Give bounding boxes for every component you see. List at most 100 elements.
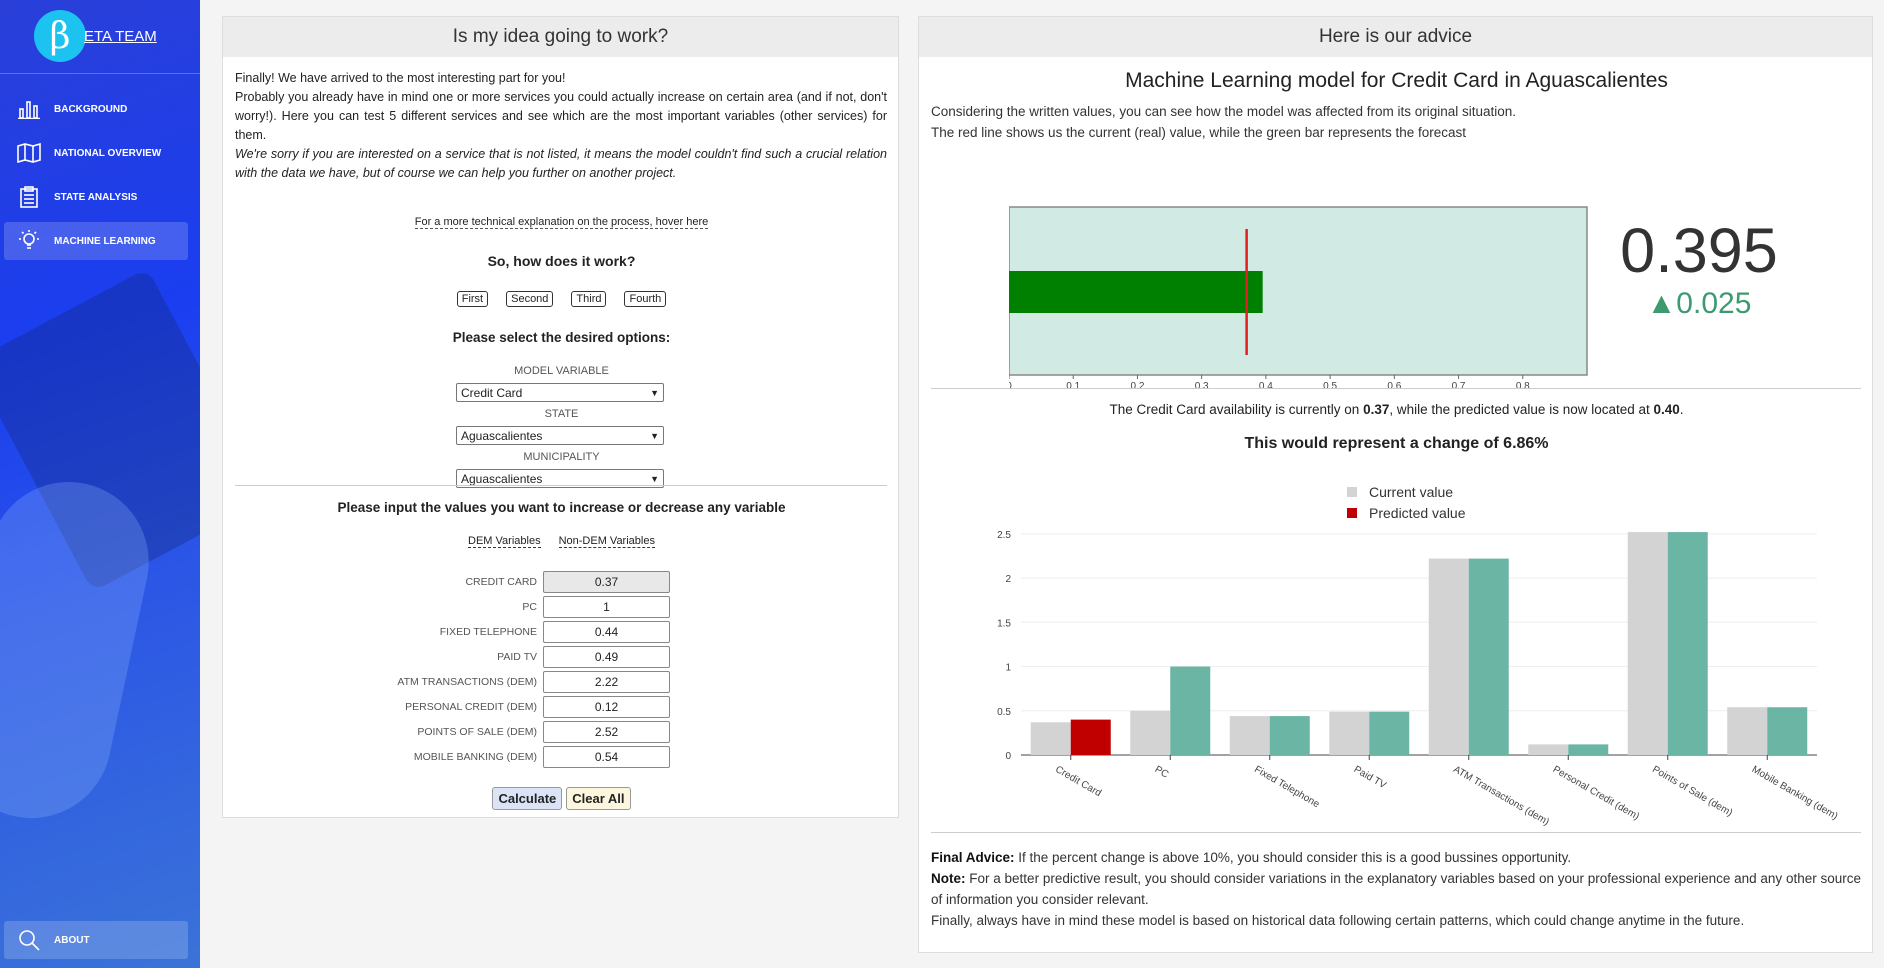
advice-text: Final Advice: If the percent change is a… bbox=[931, 847, 1861, 931]
bar-predicted bbox=[1568, 744, 1609, 755]
lightbulb-icon bbox=[16, 229, 42, 253]
select-title: Please select the desired options: bbox=[452, 330, 671, 345]
action-buttons: Calculate Clear All bbox=[223, 787, 900, 810]
x-tick-label: Fixed Telephone bbox=[1252, 764, 1321, 810]
x-tick-label: ATM Transactions (dem) bbox=[1451, 764, 1551, 828]
y-tick-label: 2 bbox=[1005, 574, 1011, 585]
sidebar-item-label: NATIONAL OVERVIEW bbox=[54, 147, 162, 159]
y-tick-label: 0 bbox=[1005, 751, 1011, 762]
variable-row-atm-transactions: ATM TRANSACTIONS (DEM) 2.22 bbox=[323, 670, 823, 694]
brand[interactable]: β ETA TEAM bbox=[34, 10, 157, 62]
sidebar-item-background[interactable]: BACKGROUND bbox=[4, 90, 188, 128]
sidebar-item-label: BACKGROUND bbox=[54, 103, 128, 115]
hover-link-text[interactable]: For a more technical explanation on the … bbox=[414, 216, 709, 229]
calculate-button[interactable]: Calculate bbox=[492, 787, 563, 810]
intro-line: Probably you already have in mind one or… bbox=[235, 90, 887, 142]
mobile-banking-field[interactable]: 0.54 bbox=[543, 746, 670, 768]
note: Note: For a better predictive result, yo… bbox=[931, 868, 1861, 910]
predicted-value: 0.40 bbox=[1653, 402, 1680, 417]
sidebar-item-about[interactable]: ABOUT bbox=[4, 921, 188, 959]
sidebar-item-national-overview[interactable]: NATIONAL OVERVIEW bbox=[4, 134, 188, 172]
bar-predicted bbox=[1269, 716, 1310, 755]
tab-dem-variables[interactable]: DEM Variables bbox=[468, 535, 541, 548]
sidebar-item-label: STATE ANALYSIS bbox=[54, 191, 138, 203]
predicted-value-number: 0.395 bbox=[1620, 216, 1778, 286]
how-title: So, how does it work? bbox=[487, 253, 636, 269]
bullet-chart: 00.10.20.30.40.50.60.70.8 bbox=[1006, 189, 1589, 392]
step-third-button[interactable]: Third bbox=[571, 291, 607, 307]
final-line: Finally, always have in mind these model… bbox=[931, 913, 1745, 928]
final-advice-label: Final Advice: bbox=[931, 850, 1015, 865]
intro-text: Finally! We have arrived to the most int… bbox=[235, 69, 887, 183]
bar-predicted bbox=[1767, 707, 1808, 755]
comparison-chart-svg: 0 0.5 1 1.5 2 2.5 Credit Card PC Fixed Telephone… bbox=[997, 484, 1839, 828]
divider bbox=[931, 388, 1861, 389]
step-second-button[interactable]: Second bbox=[506, 291, 554, 307]
state-select[interactable]: Aguascalientes ▼ bbox=[456, 426, 664, 445]
sidebar-item-label: MACHINE LEARNING bbox=[54, 235, 156, 247]
step-fourth-button[interactable]: Fourth bbox=[624, 291, 667, 307]
description-line: The red line shows us the current (real)… bbox=[931, 125, 1467, 140]
pc-field[interactable]: 1 bbox=[543, 596, 670, 618]
brand-logo: β bbox=[34, 10, 86, 62]
change-text: This would represent a change of 6.86% bbox=[1244, 435, 1549, 452]
bullet-chart-svg: 00.10.20.30.40.50.60.70.8 bbox=[1006, 206, 1588, 392]
personal-credit-field[interactable]: 0.12 bbox=[543, 696, 670, 718]
comparison-bar-chart: 0 0.5 1 1.5 2 2.5 Credit Card PC Fixed Telephone… bbox=[959, 469, 1839, 839]
chevron-down-icon: ▼ bbox=[650, 387, 659, 398]
bar-chart-icon bbox=[16, 97, 42, 121]
x-tick-label: PC bbox=[1153, 764, 1171, 780]
atm-transactions-field[interactable]: 2.22 bbox=[543, 671, 670, 693]
bar-current bbox=[1329, 711, 1370, 755]
bar-current bbox=[1030, 722, 1071, 755]
municipality-label: MUNICIPALITY bbox=[523, 451, 600, 463]
variable-tabs: DEM Variables Non-DEM Variables bbox=[223, 535, 900, 548]
availability-post: . bbox=[1679, 402, 1684, 417]
intro-line: Finally! We have arrived to the most int… bbox=[235, 71, 566, 85]
y-tick-label: 0.5 bbox=[997, 707, 1011, 718]
paid-tv-field[interactable]: 0.49 bbox=[543, 646, 670, 668]
advice-panel: Here is our advice Machine Learning mode… bbox=[918, 16, 1873, 953]
variable-label: ATM TRANSACTIONS (DEM) bbox=[397, 676, 537, 688]
panel-title: Is my idea going to work? bbox=[223, 17, 898, 57]
final-advice: Final Advice: If the percent change is a… bbox=[931, 847, 1861, 868]
delta-value: ▲0.025 bbox=[1646, 287, 1752, 320]
tab-non-dem-variables[interactable]: Non-DEM Variables bbox=[558, 535, 655, 548]
fixed-telephone-field[interactable]: 0.44 bbox=[543, 621, 670, 643]
variable-label: PC bbox=[522, 601, 537, 613]
search-icon bbox=[16, 928, 42, 952]
x-tick-label: Mobile Banking (dem) bbox=[1750, 764, 1839, 822]
map-icon bbox=[16, 141, 42, 165]
bar-current bbox=[1130, 710, 1171, 755]
variable-row-personal-credit: PERSONAL CREDIT (DEM) 0.12 bbox=[323, 695, 823, 719]
bar-current bbox=[1727, 707, 1768, 755]
sidebar-item-machine-learning[interactable]: MACHINE LEARNING bbox=[4, 222, 188, 260]
bar-current bbox=[1428, 558, 1469, 755]
variable-row-fixed-telephone: FIXED TELEPHONE 0.44 bbox=[323, 620, 823, 644]
y-tick-label: 1.5 bbox=[997, 618, 1011, 629]
legend-swatch-predicted bbox=[1347, 508, 1357, 518]
variable-label: MOBILE BANKING (DEM) bbox=[413, 751, 537, 763]
sidebar-divider bbox=[0, 73, 200, 74]
note-body: For a better predictive result, you shou… bbox=[931, 871, 1861, 907]
clear-all-button[interactable]: Clear All bbox=[566, 787, 631, 810]
technical-explanation-link[interactable]: For a more technical explanation on the … bbox=[223, 216, 900, 229]
legend-label-predicted: Predicted value bbox=[1369, 505, 1466, 521]
select-value: Aguascalientes bbox=[461, 428, 543, 443]
brand-name[interactable]: ETA TEAM bbox=[84, 28, 157, 45]
bullet-forecast-bar bbox=[1009, 271, 1263, 313]
x-tick-label: Paid TV bbox=[1352, 764, 1388, 791]
bar-predicted bbox=[1070, 719, 1111, 755]
step-first-button[interactable]: First bbox=[456, 291, 489, 307]
points-of-sale-field[interactable]: 2.52 bbox=[543, 721, 670, 743]
y-tick-label: 2.5 bbox=[997, 530, 1011, 541]
x-tick-label: Credit Card bbox=[1053, 764, 1103, 799]
sidebar-item-state-analysis[interactable]: STATE ANALYSIS bbox=[4, 178, 188, 216]
idea-panel: Is my idea going to work? Finally! We ha… bbox=[222, 16, 899, 818]
model-variable-select[interactable]: Credit Card ▼ bbox=[456, 383, 664, 402]
variable-label: FIXED TELEPHONE bbox=[439, 626, 537, 638]
bar-predicted bbox=[1468, 558, 1509, 755]
state-label: STATE bbox=[544, 408, 579, 420]
divider bbox=[235, 485, 887, 486]
x-tick-label: Personal Credit (dem) bbox=[1551, 764, 1641, 822]
